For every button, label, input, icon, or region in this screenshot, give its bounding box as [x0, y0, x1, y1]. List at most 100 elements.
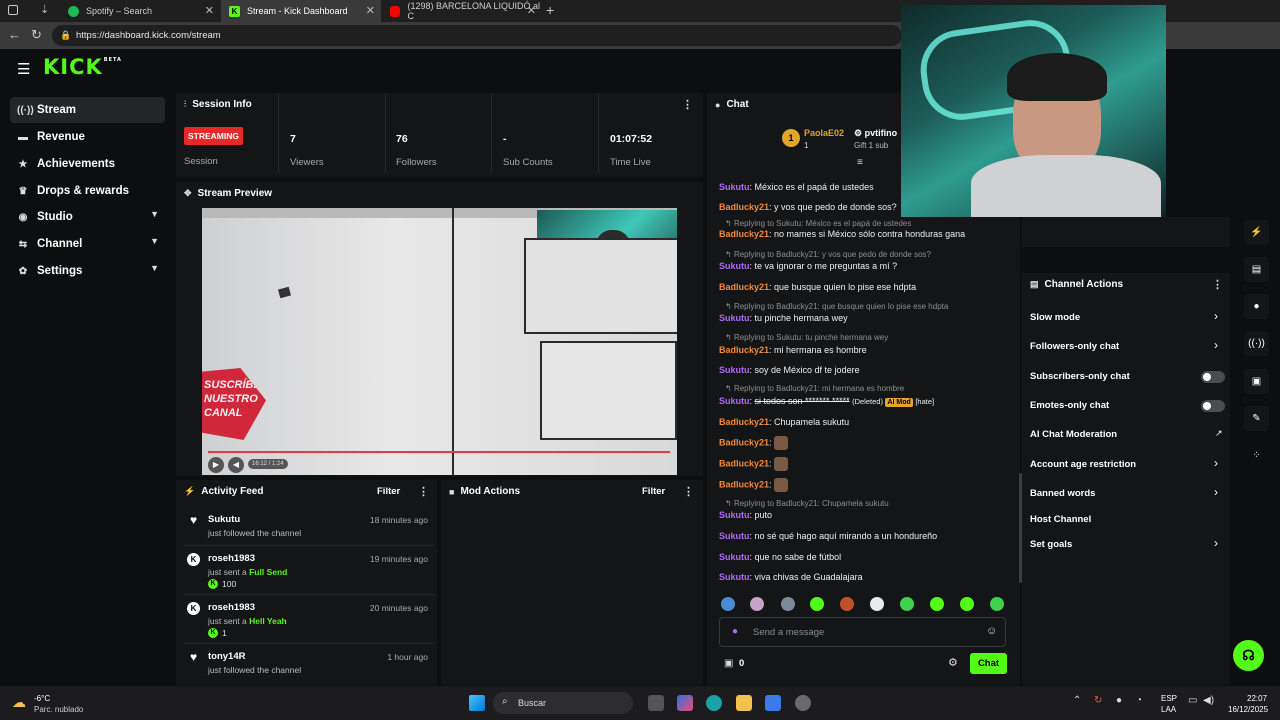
volume-icon[interactable]: ◀ — [228, 457, 244, 473]
chevron-up-icon[interactable]: ⌃ — [1073, 695, 1081, 706]
network-icon[interactable]: ◔ — [1136, 695, 1142, 706]
task-view-icon[interactable] — [648, 695, 664, 711]
pinned-user-2[interactable]: ⚙ pvtifino — [854, 128, 902, 139]
points-icon[interactable]: ▣ — [724, 658, 733, 669]
slow-mode-button[interactable]: Slow mode — [1030, 312, 1080, 323]
send-chat-button[interactable]: Chat — [970, 653, 1007, 674]
language-label[interactable]: ESP — [1161, 694, 1177, 703]
microphone-icon[interactable]: ● — [732, 626, 738, 637]
microphone-icon[interactable]: ● — [1116, 695, 1122, 706]
app-icon[interactable] — [795, 695, 811, 711]
activity-user[interactable]: Sukutu — [208, 514, 240, 525]
host-channel-button[interactable]: Host Channel — [1030, 514, 1091, 525]
chevron-right-icon[interactable]: › — [1214, 456, 1218, 470]
chevron-right-icon[interactable]: › — [1214, 485, 1218, 499]
emotes-only-toggle[interactable] — [1201, 400, 1225, 412]
emote-icon[interactable] — [840, 597, 854, 611]
more-options-icon[interactable]: ⋮ — [1212, 278, 1223, 291]
chevron-right-icon[interactable]: › — [1214, 536, 1218, 550]
activity-user[interactable]: tony14R — [208, 651, 245, 662]
ai-moderation-button[interactable]: AI Chat Moderation — [1030, 429, 1117, 440]
sidebar-item-settings[interactable]: ✿ Settings ▼ — [10, 258, 165, 284]
emote-icon[interactable] — [781, 597, 795, 611]
streaming-badge: STREAMING — [184, 127, 243, 145]
followers-only-button[interactable]: Followers-only chat — [1030, 341, 1119, 352]
volume-icon[interactable]: ◀) — [1203, 695, 1214, 706]
chevron-right-icon[interactable]: › — [1214, 309, 1218, 323]
play-icon[interactable]: ▶ — [208, 457, 224, 473]
chat-bubble-icon[interactable]: ● — [1244, 294, 1269, 319]
emote-icon[interactable] — [960, 597, 974, 611]
subscribers-only-toggle[interactable] — [1201, 371, 1225, 383]
monitor-icon[interactable]: ▭ — [1188, 695, 1197, 706]
external-link-icon[interactable]: ↗ — [1215, 428, 1223, 439]
grid-add-icon[interactable]: ⁘ — [1244, 443, 1269, 468]
emote-icon[interactable] — [870, 597, 884, 611]
account-age-button[interactable]: Account age restriction — [1030, 459, 1136, 470]
weather-icon[interactable]: ☁ — [12, 694, 26, 711]
url-field[interactable]: 🔒 https://dashboard.kick.com/stream — [52, 25, 902, 46]
wrench-icon[interactable]: ✎ — [1244, 406, 1269, 431]
sidebar-item-channel[interactable]: ⇆ Channel ▼ — [10, 231, 165, 257]
tab-youtube[interactable]: (1298) BARCELONA LIQUIDÓ al C ✕ — [382, 0, 542, 22]
sidebar-item-stream[interactable]: ((·)) Stream — [10, 97, 165, 123]
tab-actions-icon[interactable] — [8, 5, 18, 15]
collapse-icon[interactable]: ≡ — [857, 157, 863, 168]
chat-icon: ● — [715, 99, 721, 110]
video-player[interactable]: SUSCRÍBETE NUESTRO CANAL ▶ ◀ 16:12 / 1:2… — [202, 208, 677, 475]
close-icon[interactable]: ✕ — [205, 4, 214, 17]
back-icon[interactable]: ← — [8, 27, 21, 42]
taskbar-search[interactable]: ⌕ Buscar — [493, 692, 633, 714]
emote-icon[interactable] — [750, 597, 764, 611]
chevron-right-icon[interactable]: › — [1214, 338, 1218, 352]
pinned-user[interactable]: PaolaE02 — [804, 128, 844, 138]
vertical-tabs-icon[interactable]: ⇣ — [40, 3, 49, 16]
windows-start-icon[interactable] — [469, 695, 485, 711]
close-icon[interactable]: ✕ — [366, 4, 375, 17]
close-icon[interactable]: ✕ — [527, 4, 536, 17]
tab-spotify[interactable]: Spotify – Search ✕ — [60, 0, 220, 22]
edge-icon[interactable] — [706, 695, 722, 711]
more-options-icon[interactable]: ⋮ — [418, 485, 429, 498]
emote-icon[interactable] — [900, 597, 914, 611]
bolt-icon[interactable]: ⚡ — [1244, 220, 1269, 245]
copilot-icon[interactable] — [677, 695, 693, 711]
store-icon[interactable] — [765, 695, 781, 711]
emote-icon[interactable] — [930, 597, 944, 611]
gear-icon[interactable]: ⚙ — [948, 656, 958, 669]
reply-context: ↰ Replying to Badlucky21: que busque qui… — [725, 302, 949, 311]
filter-button[interactable]: Filter — [642, 486, 665, 497]
emoji-icon[interactable]: ☺ — [986, 625, 997, 637]
progress-track[interactable] — [208, 451, 670, 453]
reply-context: ↰ Replying to Badlucky21: y vos que pedo… — [725, 250, 931, 259]
activity-user[interactable]: roseh1983 — [208, 602, 255, 613]
activity-user[interactable]: roseh1983 — [208, 553, 255, 564]
pinned-count: 1 — [804, 141, 809, 150]
tray-icon[interactable]: ↻ — [1094, 695, 1102, 706]
kick-coin-icon: K — [208, 628, 218, 638]
tab-kick-dashboard[interactable]: K Stream - Kick Dashboard ✕ — [221, 0, 381, 22]
printer-icon[interactable]: ▣ — [1244, 369, 1269, 394]
emote-icon[interactable] — [721, 597, 735, 611]
chat-input[interactable]: ● Send a message ☺ — [719, 617, 1006, 647]
panel-title: ● Chat — [715, 99, 749, 110]
set-goals-button[interactable]: Set goals — [1030, 539, 1072, 550]
filter-button[interactable]: Filter — [377, 486, 400, 497]
file-explorer-icon[interactable] — [736, 695, 752, 711]
emote-icon[interactable] — [810, 597, 824, 611]
broadcast-icon[interactable]: ((·)) — [1244, 331, 1269, 356]
sidebar-item-achievements[interactable]: ★ Achievements — [10, 151, 165, 177]
reload-icon[interactable]: ↻ — [31, 27, 42, 43]
sidebar-item-studio[interactable]: ◉ Studio ▼ — [10, 204, 165, 230]
hamburger-menu-icon[interactable]: ☰ — [17, 60, 30, 78]
banned-words-button[interactable]: Banned words — [1030, 488, 1095, 499]
kick-logo[interactable]: KICKBETA — [43, 55, 122, 79]
new-tab-icon[interactable]: + — [546, 2, 554, 18]
clock-time[interactable]: 22:07 — [1247, 694, 1267, 703]
more-options-icon[interactable]: ⋮ — [683, 485, 694, 498]
sidebar-item-drops[interactable]: ♛ Drops & rewards — [10, 178, 165, 204]
emote-icon[interactable] — [990, 597, 1004, 611]
support-icon[interactable]: ☊ — [1233, 640, 1264, 671]
sidebar-item-revenue[interactable]: ▬ Revenue — [10, 124, 165, 150]
document-icon[interactable]: ▤ — [1244, 257, 1269, 282]
